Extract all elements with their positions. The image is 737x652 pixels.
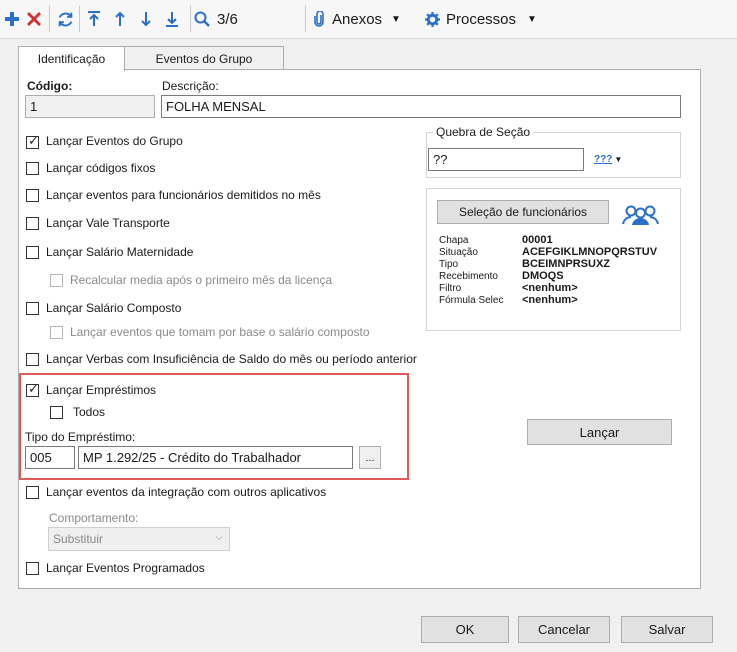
formula-value: <nenhum> [522,294,578,306]
lancar-demitidos-label: Lançar eventos para funcionários demitid… [46,188,321,202]
situacao-value: ACEFGIKLMNOPQRSTUV [522,246,658,258]
toolbar-separator [49,6,50,32]
lancar-emprestimos-checkbox[interactable]: ✓ [26,381,39,397]
lancar-integracao-label: Lançar eventos da integração com outros … [46,485,327,499]
lancar-codigos-fixos-checkbox[interactable] [26,162,39,175]
recalcular-media-label: Recalcular media após o primeiro mês da … [70,273,333,287]
last-icon[interactable] [161,0,183,38]
search-icon [194,11,210,27]
chevron-down-icon: ▼ [614,154,623,164]
tab-identificacao[interactable]: Identificação [18,46,125,71]
descricao-field[interactable]: FOLHA MENSAL [161,95,681,118]
filtro-label: Filtro [439,283,462,294]
comportamento-value: Substituir [53,532,104,546]
lancar-button[interactable]: Lançar [527,419,672,445]
search-button[interactable]: 3/6 [194,0,258,38]
todos-checkbox[interactable] [50,406,63,419]
recebimento-value: DMOQS [522,270,564,282]
selecao-funcionarios-button[interactable]: Seleção de funcionários [437,200,609,224]
identificacao-panel: Código: 1 Descrição: FOLHA MENSAL ✓ Lanç… [18,69,701,589]
chapa-value: 00001 [522,234,553,246]
comportamento-select[interactable]: Substituir ⌵ [48,527,230,551]
chapa-label: Chapa [439,235,469,246]
tipo-emprestimo-browse-button[interactable]: ... [359,446,381,469]
tipo-value: BCEIMNPRSUXZ [522,258,611,270]
lancar-eventos-composto-label: Lançar eventos que tomam por base o salá… [70,325,370,339]
people-icon [622,205,659,225]
lancar-verbas-insuficiencia-checkbox[interactable] [26,353,39,366]
processos-menu[interactable]: Processos ▼ [425,0,555,38]
next-icon[interactable] [135,0,157,38]
recalcular-media-checkbox[interactable] [50,274,63,287]
toolbar: 3/6 Anexos ▼ Processos ▼ [0,0,737,38]
filtro-value: <nenhum> [522,282,578,294]
lancar-eventos-composto-checkbox[interactable] [50,326,63,339]
anexos-menu[interactable]: Anexos ▼ [313,0,413,38]
quebra-secao-field[interactable]: ?? [428,148,584,171]
todos-label: Todos [73,405,106,419]
salvar-button[interactable]: Salvar [621,616,713,643]
toolbar-border [0,38,737,39]
add-icon[interactable] [2,0,22,38]
record-counter: 3/6 [217,10,238,28]
quebra-secao-title: Quebra de Seção [433,125,534,139]
chevron-down-icon: ▼ [391,13,401,25]
anexos-label: Anexos [332,10,383,28]
descricao-label: Descrição: [162,79,219,93]
codigo-field[interactable]: 1 [25,95,155,118]
delete-icon[interactable] [24,0,44,38]
lancar-eventos-programados-label: Lançar Eventos Programados [46,561,205,575]
lancar-eventos-programados-checkbox[interactable] [26,562,39,575]
toolbar-separator [305,6,306,32]
ok-button[interactable]: OK [421,616,509,643]
cancelar-button[interactable]: Cancelar [518,616,610,643]
lancar-salario-composto-label: Lançar Salário Composto [46,301,182,315]
tab-eventos-do-grupo[interactable]: Eventos do Grupo [124,46,284,70]
previous-icon[interactable] [109,0,131,38]
codigo-label: Código: [27,79,73,93]
recebimento-label: Recebimento [439,271,498,282]
tipo-emprestimo-code-field[interactable]: 005 [25,446,75,469]
quebra-secao-button-label: ??? [594,153,613,165]
refresh-icon[interactable] [54,0,76,38]
lancar-eventos-grupo-checkbox[interactable]: ✓ [26,133,39,149]
situacao-label: Situação [439,247,478,258]
lancar-salario-maternidade-checkbox[interactable] [26,246,39,259]
gear-icon [425,11,440,27]
lancar-vale-transporte-checkbox[interactable] [26,217,39,230]
selecao-details: Chapa 00001 Situação ACEFGIKLMNOPQRSTUV … [439,233,679,323]
lancar-salario-composto-checkbox[interactable] [26,302,39,315]
lancar-emprestimos-label: Lançar Empréstimos [46,383,157,397]
toolbar-separator [190,6,191,32]
chevron-down-icon: ⌵ [215,532,223,543]
quebra-secao-button[interactable]: ??? ▼ [594,151,622,167]
first-icon[interactable] [83,0,105,38]
lancar-vale-transporte-label: Lançar Vale Transporte [46,216,170,230]
formula-label: Fórmula Selec [439,295,504,306]
processos-label: Processos [446,10,517,28]
comportamento-label: Comportamento: [49,511,139,525]
lancar-codigos-fixos-label: Lançar códigos fixos [46,161,156,175]
lancar-salario-maternidade-label: Lançar Salário Maternidade [46,245,194,259]
paperclip-icon [314,11,324,27]
tipo-emprestimo-label: Tipo do Empréstimo: [25,430,136,444]
chevron-down-icon: ▼ [527,13,537,25]
tipo-label: Tipo [439,259,459,270]
toolbar-separator [79,6,80,32]
lancar-integracao-checkbox[interactable] [26,486,39,499]
lancar-eventos-grupo-label: Lançar Eventos do Grupo [46,134,183,148]
lancar-verbas-insuficiencia-label: Lançar Verbas com Insuficiência de Saldo… [46,352,417,366]
tipo-emprestimo-desc-field[interactable]: MP 1.292/25 - Crédito do Trabalhador [78,446,353,469]
lancar-demitidos-checkbox[interactable] [26,189,39,202]
